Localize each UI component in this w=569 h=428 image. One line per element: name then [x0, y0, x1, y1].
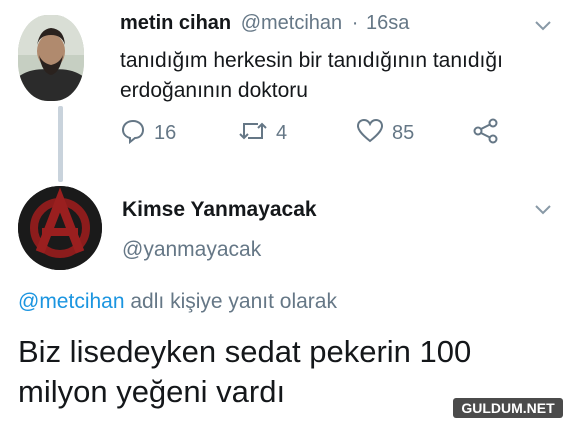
- reply-icon: [120, 118, 146, 149]
- reply-context-text: adlı kişiye yanıt olarak: [130, 290, 337, 313]
- tweet1-display-name[interactable]: metin cihan: [120, 12, 231, 34]
- tweet1-text: tanıdığım herkesin bir tanıdığının tanıd…: [120, 49, 503, 102]
- reply-button[interactable]: 16: [120, 118, 176, 148]
- like-icon: [356, 118, 384, 149]
- tweet1-actions: 16 4 85: [120, 118, 520, 148]
- kimse-yanmayacak-avatar[interactable]: [18, 186, 102, 270]
- tweet1-timestamp[interactable]: 16sa: [366, 12, 409, 34]
- tweet1-handle[interactable]: @metcihan: [241, 12, 342, 34]
- site-watermark-logo: GULDUM.NET: [453, 396, 563, 420]
- thread-connector-line: [58, 106, 63, 182]
- tweet1-separator: ·: [351, 12, 359, 34]
- like-count: 85: [392, 121, 415, 144]
- retweet-count: 4: [276, 121, 288, 144]
- tweet2-display-name[interactable]: Kimse Yanmayacak: [122, 198, 317, 222]
- reply-context: @metcihan adlı kişiye yanıt olarak: [18, 290, 337, 314]
- metin-cihan-avatar[interactable]: [18, 15, 84, 101]
- reply-mention-link[interactable]: @metcihan: [18, 290, 125, 313]
- chevron-down-icon[interactable]: [534, 20, 552, 32]
- tweet1-header: metin cihan @metcihan · 16sa: [120, 12, 409, 35]
- retweet-button[interactable]: 4: [238, 118, 287, 148]
- chevron-down-icon[interactable]: [534, 204, 552, 216]
- reply-count: 16: [154, 121, 177, 144]
- tweet2-handle[interactable]: @yanmayacak: [122, 238, 261, 262]
- share-icon: [472, 118, 500, 149]
- retweet-icon: [238, 118, 268, 149]
- like-button[interactable]: 85: [356, 118, 414, 148]
- share-button[interactable]: [472, 118, 500, 148]
- watermark-text: GULDUM.NET: [461, 400, 555, 416]
